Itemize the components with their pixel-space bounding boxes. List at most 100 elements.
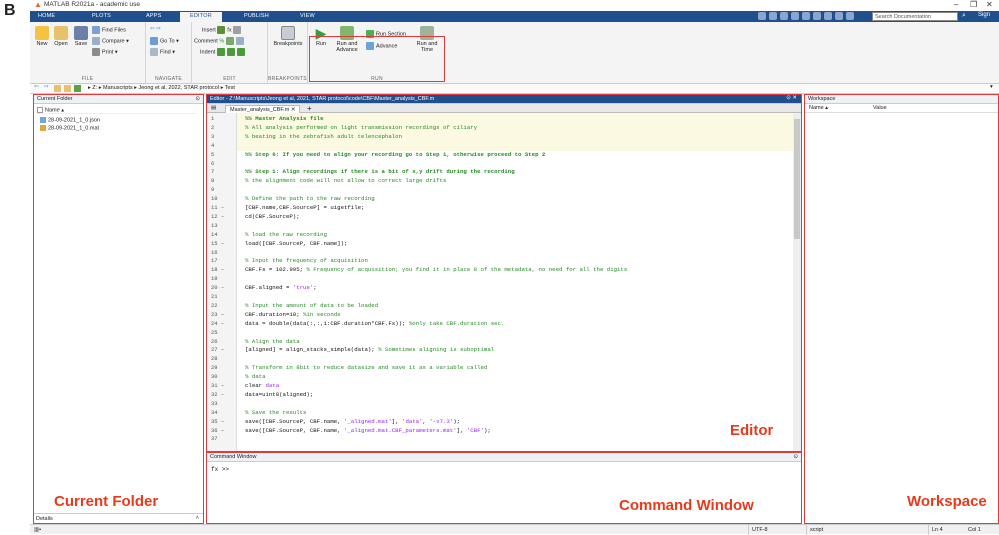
line-number[interactable]: 34 xyxy=(211,409,235,416)
quick-cut-icon[interactable] xyxy=(769,12,777,20)
chevron-up-icon[interactable]: ˄ xyxy=(196,515,199,521)
code-line[interactable]: % Transform in 8bit to reduce datasize a… xyxy=(245,364,487,371)
code-line[interactable]: %% Step 0: If you need to align your rec… xyxy=(245,151,545,158)
line-number[interactable]: 17 xyxy=(211,257,235,264)
code-line[interactable]: clear data xyxy=(245,382,279,389)
comment-button[interactable]: Comment % xyxy=(194,37,246,45)
community-icon[interactable] xyxy=(846,12,854,20)
address-path[interactable]: ▸ Z: ▸ Manuscripts ▸ Jeong et al, 2022, … xyxy=(88,85,235,91)
select-all-checkbox[interactable] xyxy=(37,107,43,113)
line-number[interactable]: 24 – xyxy=(211,320,235,327)
details-pane[interactable]: Details ˄ xyxy=(34,513,203,523)
insert-fx-icon[interactable]: fx xyxy=(227,27,231,33)
print-button[interactable]: Print ▾ xyxy=(92,48,118,56)
line-number[interactable]: 19 xyxy=(211,275,235,282)
help-icon[interactable] xyxy=(835,12,843,20)
addr-search-icon[interactable] xyxy=(74,85,81,92)
tab-view[interactable]: VIEW xyxy=(300,13,315,19)
ws-name-column[interactable]: Name ▴ xyxy=(809,105,828,111)
code-line[interactable]: load([CBF.SourceP, CBF.name]); xyxy=(245,240,347,247)
file-item[interactable]: 28-09-2021_1_0.mat xyxy=(40,125,99,131)
line-number[interactable]: 15 – xyxy=(211,240,235,247)
code-line[interactable]: CBF.duration=10; %in seconds xyxy=(245,311,341,318)
addr-forward-icon[interactable]: ⇨ xyxy=(44,84,49,90)
code-line[interactable]: %% Step 1: Align recordings if there is … xyxy=(245,168,515,175)
quick-redo-icon[interactable] xyxy=(813,12,821,20)
line-number[interactable]: 36 – xyxy=(211,427,235,434)
code-line[interactable]: data=uint8(aligned); xyxy=(245,391,313,398)
line-number[interactable]: 3 xyxy=(211,133,235,140)
comment-percent-icon[interactable]: % xyxy=(219,38,224,44)
search-icon[interactable]: ⌕ xyxy=(962,12,966,20)
sign-in-link[interactable]: Sign xyxy=(978,12,990,18)
line-number[interactable]: 23 – xyxy=(211,311,235,318)
save-button[interactable]: Save xyxy=(72,26,90,47)
line-number[interactable]: 25 xyxy=(211,329,235,336)
tab-master-analysis[interactable]: Master_analysis_CBF.m ✕ xyxy=(225,105,301,113)
line-number[interactable]: 7 xyxy=(211,168,235,175)
search-documentation-input[interactable]: Search Documentation xyxy=(872,12,958,21)
code-line[interactable]: % Define the path to the raw recording xyxy=(245,195,375,202)
code-line[interactable]: cd(CBF.SourceP); xyxy=(245,213,300,220)
line-number[interactable]: 33 xyxy=(211,400,235,407)
code-line[interactable]: % beating in the zebrafish adult telence… xyxy=(245,133,402,140)
line-number[interactable]: 35 – xyxy=(211,418,235,425)
line-number[interactable]: 21 xyxy=(211,293,235,300)
open-button[interactable]: Open xyxy=(52,26,70,47)
quick-copy-icon[interactable] xyxy=(780,12,788,20)
panel-menu-icon[interactable]: ⊙ xyxy=(793,454,798,460)
code-line[interactable]: CBF.Fs = 102.995; % Frequency of acquisi… xyxy=(245,266,627,273)
tab-home[interactable]: HOME xyxy=(38,13,55,19)
addr-dropdown-icon[interactable]: ▾ xyxy=(990,84,993,90)
line-number[interactable]: 31 – xyxy=(211,382,235,389)
find-files-button[interactable]: Find Files xyxy=(92,26,126,34)
line-number[interactable]: 16 xyxy=(211,249,235,256)
breakpoints-button[interactable]: Breakpoints xyxy=(271,26,305,47)
editor-close-icon[interactable]: ⊙ ✕ xyxy=(786,95,797,101)
new-button[interactable]: New xyxy=(34,26,50,47)
minimize-button[interactable]: – xyxy=(954,0,958,9)
quick-save-icon[interactable] xyxy=(758,12,766,20)
find-button[interactable]: Find ▾ xyxy=(150,48,175,56)
back-arrow-icon[interactable]: ⇦ xyxy=(150,26,155,32)
command-prompt[interactable]: fx >> xyxy=(211,466,229,473)
code-line[interactable]: % the alignment code will not allow to c… xyxy=(245,177,446,184)
tab-editor[interactable]: EDITOR xyxy=(180,12,222,22)
scrollbar-thumb[interactable] xyxy=(794,119,800,239)
line-number[interactable]: 9 xyxy=(211,186,235,193)
compare-button[interactable]: Compare ▾ xyxy=(92,37,129,45)
code-line[interactable]: % Align the data xyxy=(245,338,300,345)
file-item[interactable]: 28-09-2021_1_0.json xyxy=(40,117,100,123)
panel-menu-icon[interactable]: ⊙ xyxy=(195,96,200,102)
line-number[interactable]: 4 xyxy=(211,142,235,149)
tab-apps[interactable]: APPS xyxy=(146,13,161,19)
line-number[interactable]: 2 xyxy=(211,124,235,131)
line-number[interactable]: 37 xyxy=(211,435,235,442)
code-line[interactable]: % Input the amount of data to be loaded xyxy=(245,302,378,309)
tab-list-icon[interactable]: ▤ xyxy=(211,105,216,111)
code-area[interactable]: %% Master Analysis file % All analysis pe… xyxy=(237,113,793,451)
line-number[interactable]: 12 – xyxy=(211,213,235,220)
addr-browse-icon[interactable] xyxy=(64,85,71,92)
code-line[interactable]: save([CBF.SourceP, CBF.name, '_aligned.m… xyxy=(245,427,491,434)
addr-back-icon[interactable]: ⇦ xyxy=(34,84,39,90)
code-line[interactable]: [aligned] = align_stacks_simple(data); %… xyxy=(245,346,494,353)
line-number[interactable]: 6 xyxy=(211,160,235,167)
code-line[interactable]: save([CBF.SourceP, CBF.name, '_aligned.m… xyxy=(245,418,460,425)
ws-value-column[interactable]: Value xyxy=(873,105,887,111)
line-number[interactable]: 5 xyxy=(211,151,235,158)
goto-button[interactable]: Go To ▾ xyxy=(150,37,179,45)
code-line[interactable]: % All analysis performed on light transm… xyxy=(245,124,477,131)
code-line[interactable]: data = double(data(:,:,1:CBF.duration*CB… xyxy=(245,320,504,327)
line-number[interactable]: 26 xyxy=(211,338,235,345)
column-header[interactable]: Name ▴ xyxy=(37,107,197,115)
addr-up-folder-icon[interactable] xyxy=(54,85,61,92)
tab-publish[interactable]: PUBLISH xyxy=(244,13,269,19)
line-number[interactable]: 1 xyxy=(211,115,235,122)
quick-switch-icon[interactable] xyxy=(824,12,832,20)
tab-plots[interactable]: PLOTS xyxy=(92,13,111,19)
insert-button[interactable]: Insert fx xyxy=(202,26,243,34)
line-number[interactable]: 18 – xyxy=(211,266,235,273)
line-number[interactable]: 20 – xyxy=(211,284,235,291)
code-line[interactable]: % Save the results xyxy=(245,409,306,416)
